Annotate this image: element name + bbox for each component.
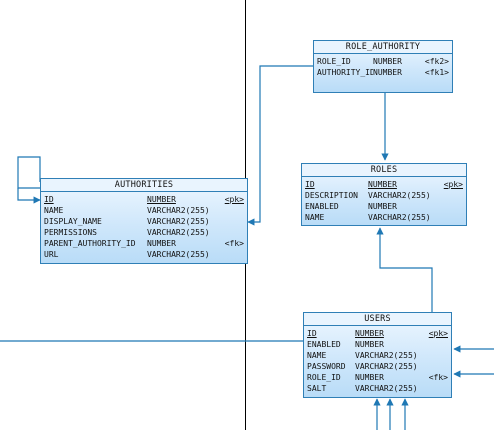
column-name: NAME — [307, 351, 327, 360]
column-type: NUMBER — [147, 239, 176, 248]
column-row: AUTHORITY_ID NUMBER <fk1> — [317, 67, 449, 78]
entity-title: ROLES — [302, 164, 466, 177]
column-key — [425, 339, 448, 350]
entity-columns: ID NUMBER <pk> NAME VARCHAR2(255) DISPLA… — [41, 192, 247, 261]
column-type: NUMBER — [147, 195, 176, 204]
relation-users-to-roles — [376, 227, 433, 312]
column-key: <pk> — [443, 180, 463, 189]
column-row: PARENT_AUTHORITY_ID NUMBER <fk> — [44, 238, 244, 249]
entity-columns: ID NUMBER <pk> ENABLED NUMBER NAME VARCH… — [304, 326, 451, 395]
column-name: ID — [305, 180, 315, 189]
column-key: <fk> — [428, 373, 448, 382]
column-type: VARCHAR2(255) — [355, 384, 418, 393]
column-row: DESCRIPTION VARCHAR2(255) — [305, 190, 463, 201]
column-row: URL VARCHAR2(255) — [44, 249, 244, 260]
column-key — [425, 383, 448, 394]
entity-users[interactable]: USERS ID NUMBER <pk> ENABLED NUMBER NAME… — [303, 312, 452, 398]
column-name: NAME — [305, 213, 325, 222]
column-type: NUMBER — [373, 57, 402, 66]
self-relation-arrow — [17, 188, 41, 204]
entity-roles[interactable]: ROLES ID NUMBER <pk> DESCRIPTION VARCHAR… — [301, 163, 467, 226]
column-name: AUTHORITY_ID — [317, 68, 373, 77]
column-key — [217, 216, 244, 227]
column-key — [438, 201, 463, 212]
column-key — [425, 361, 448, 372]
column-name: DESCRIPTION — [305, 191, 358, 200]
entity-title: ROLE_AUTHORITY — [314, 41, 452, 54]
column-row: DISPLAY_NAME VARCHAR2(255) — [44, 216, 244, 227]
column-key — [217, 205, 244, 216]
column-key: <pk> — [428, 329, 448, 338]
column-key — [438, 190, 463, 201]
column-name: ID — [44, 195, 54, 204]
column-type: NUMBER — [355, 373, 384, 382]
column-key — [217, 249, 244, 260]
column-row: ID NUMBER <pk> — [305, 179, 463, 190]
column-row: ROLE_ID NUMBER <fk2> — [317, 56, 449, 67]
self-relation-parent-authority — [17, 156, 41, 189]
column-row: ID NUMBER <pk> — [307, 328, 448, 339]
column-name: PASSWORD — [307, 362, 346, 371]
entity-role-authority[interactable]: ROLE_AUTHORITY ROLE_ID NUMBER <fk2> AUTH… — [313, 40, 453, 93]
entity-title: USERS — [304, 313, 451, 326]
column-type: VARCHAR2(255) — [368, 191, 431, 200]
column-name: DISPLAY_NAME — [44, 217, 102, 226]
column-row: PERMISSIONS VARCHAR2(255) — [44, 227, 244, 238]
column-row: ID NUMBER <pk> — [44, 194, 244, 205]
column-name: ID — [307, 329, 317, 338]
column-key — [425, 350, 448, 361]
column-row: ROLE_ID NUMBER <fk> — [307, 372, 448, 383]
column-key: <fk1> — [424, 68, 449, 77]
entity-title: AUTHORITIES — [41, 179, 247, 192]
column-key: <fk2> — [424, 57, 449, 66]
column-type: VARCHAR2(255) — [147, 217, 210, 226]
column-type: VARCHAR2(255) — [147, 250, 210, 259]
column-row: NAME VARCHAR2(255) — [307, 350, 448, 361]
column-type: NUMBER — [373, 68, 402, 77]
column-name: PARENT_AUTHORITY_ID — [44, 239, 136, 248]
column-name: SALT — [307, 384, 327, 393]
column-name: ROLE_ID — [317, 57, 351, 66]
entity-columns: ID NUMBER <pk> DESCRIPTION VARCHAR2(255)… — [302, 177, 466, 224]
entity-authorities[interactable]: AUTHORITIES ID NUMBER <pk> NAME VARCHAR2… — [40, 178, 248, 264]
column-type: NUMBER — [355, 340, 384, 349]
column-type: NUMBER — [368, 180, 397, 189]
column-row: ENABLED NUMBER — [307, 339, 448, 350]
column-name: PERMISSIONS — [44, 228, 97, 237]
entity-columns: ROLE_ID NUMBER <fk2> AUTHORITY_ID NUMBER… — [314, 54, 452, 79]
column-row: SALT VARCHAR2(255) — [307, 383, 448, 394]
column-name: ENABLED — [307, 340, 341, 349]
column-name: ROLE_ID — [307, 373, 341, 382]
column-key: <fk> — [224, 239, 244, 248]
er-diagram-canvas: ROLE_AUTHORITY ROLE_ID NUMBER <fk2> AUTH… — [0, 0, 494, 430]
column-row: NAME VARCHAR2(255) — [305, 212, 463, 223]
column-key: <pk> — [224, 195, 244, 204]
column-key — [217, 227, 244, 238]
column-name: ENABLED — [305, 202, 339, 211]
column-type: VARCHAR2(255) — [147, 228, 210, 237]
column-type: NUMBER — [368, 202, 397, 211]
column-name: URL — [44, 250, 59, 259]
column-row: PASSWORD VARCHAR2(255) — [307, 361, 448, 372]
column-name: NAME — [44, 206, 64, 215]
column-type: NUMBER — [355, 329, 384, 338]
column-type: VARCHAR2(255) — [368, 213, 431, 222]
column-type: VARCHAR2(255) — [355, 362, 418, 371]
column-type: VARCHAR2(255) — [355, 351, 418, 360]
column-row: ENABLED NUMBER — [305, 201, 463, 212]
column-row: NAME VARCHAR2(255) — [44, 205, 244, 216]
column-key — [438, 212, 463, 223]
column-type: VARCHAR2(255) — [147, 206, 210, 215]
